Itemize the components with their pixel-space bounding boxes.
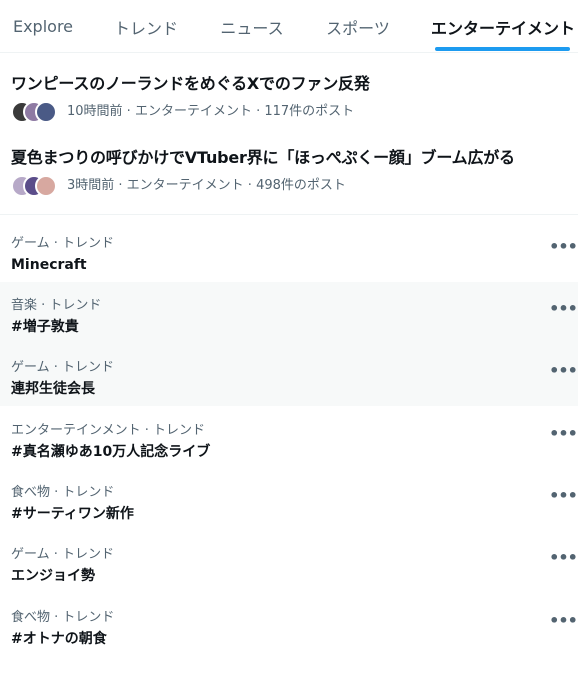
avatar xyxy=(35,101,57,123)
news-avatars xyxy=(11,175,61,199)
tab-sports[interactable]: スポーツ xyxy=(312,0,404,53)
trend-item[interactable]: ゲーム · トレンド Minecraft ••• xyxy=(0,220,578,282)
more-options-icon[interactable]: ••• xyxy=(549,610,578,630)
section-divider xyxy=(0,214,578,215)
trend-context: エンターテインメント · トレンド xyxy=(11,423,206,438)
trend-item[interactable]: 食べ物 · トレンド #オトナの朝食 ••• xyxy=(0,594,578,656)
trend-item[interactable]: 音楽 · トレンド #増子敦貴 ••• xyxy=(0,282,578,344)
explore-tab-bar: Explore トレンド ニュース スポーツ エンターテイメント xyxy=(0,0,578,53)
news-item[interactable]: 夏色まつりの呼びかけでVTuber界に「ほっぺぷくー顔」ブーム広がる 3時間前 … xyxy=(0,138,578,212)
trend-item[interactable]: ゲーム · トレンド エンジョイ勢 ••• xyxy=(0,531,578,593)
more-options-icon[interactable]: ••• xyxy=(549,298,578,318)
more-options-icon[interactable]: ••• xyxy=(549,485,578,505)
trend-item[interactable]: 食べ物 · トレンド #サーティワン新作 ••• xyxy=(0,469,578,531)
trend-context: 食べ物 · トレンド xyxy=(11,610,115,625)
trend-name: #真名瀬ゆあ10万人記念ライブ xyxy=(11,444,211,460)
trend-name: 連邦生徒会長 xyxy=(11,381,95,397)
news-meta: 10時間前 · エンターテイメント · 117件のポスト xyxy=(67,104,355,119)
news-title: ワンピースのノーランドをめぐるXでのファン反発 xyxy=(11,74,370,93)
more-options-icon[interactable]: ••• xyxy=(549,360,578,380)
more-options-icon[interactable]: ••• xyxy=(549,236,578,256)
trend-name: エンジョイ勢 xyxy=(11,568,95,584)
trend-context: 食べ物 · トレンド xyxy=(11,485,115,500)
trend-context: ゲーム · トレンド xyxy=(11,547,115,562)
trend-name: #増子敦貴 xyxy=(11,319,79,335)
trend-item[interactable]: エンターテインメント · トレンド #真名瀬ゆあ10万人記念ライブ ••• xyxy=(0,407,578,469)
trend-context: ゲーム · トレンド xyxy=(11,236,115,251)
more-options-icon[interactable]: ••• xyxy=(549,547,578,567)
trend-name: Minecraft xyxy=(11,257,87,273)
more-options-icon[interactable]: ••• xyxy=(549,423,578,443)
tab-explore[interactable]: Explore xyxy=(0,0,86,53)
news-title: 夏色まつりの呼びかけでVTuber界に「ほっぺぷくー顔」ブーム広がる xyxy=(11,148,515,167)
tab-trends[interactable]: トレンド xyxy=(102,0,190,53)
news-item[interactable]: ワンピースのノーランドをめぐるXでのファン反発 10時間前 · エンターテイメン… xyxy=(0,64,578,138)
trend-item[interactable]: ゲーム · トレンド 連邦生徒会長 ••• xyxy=(0,344,578,406)
news-avatars xyxy=(11,101,61,125)
trend-context: ゲーム · トレンド xyxy=(11,360,115,375)
tab-entertainment[interactable]: エンターテイメント xyxy=(430,0,576,53)
trend-context: 音楽 · トレンド xyxy=(11,298,102,313)
avatar xyxy=(35,175,57,197)
active-tab-indicator xyxy=(435,47,570,51)
news-meta: 3時間前 · エンターテイメント · 498件のポスト xyxy=(67,178,346,193)
trend-name: #オトナの朝食 xyxy=(11,631,107,647)
tab-news[interactable]: ニュース xyxy=(207,0,297,53)
trend-name: #サーティワン新作 xyxy=(11,506,134,522)
